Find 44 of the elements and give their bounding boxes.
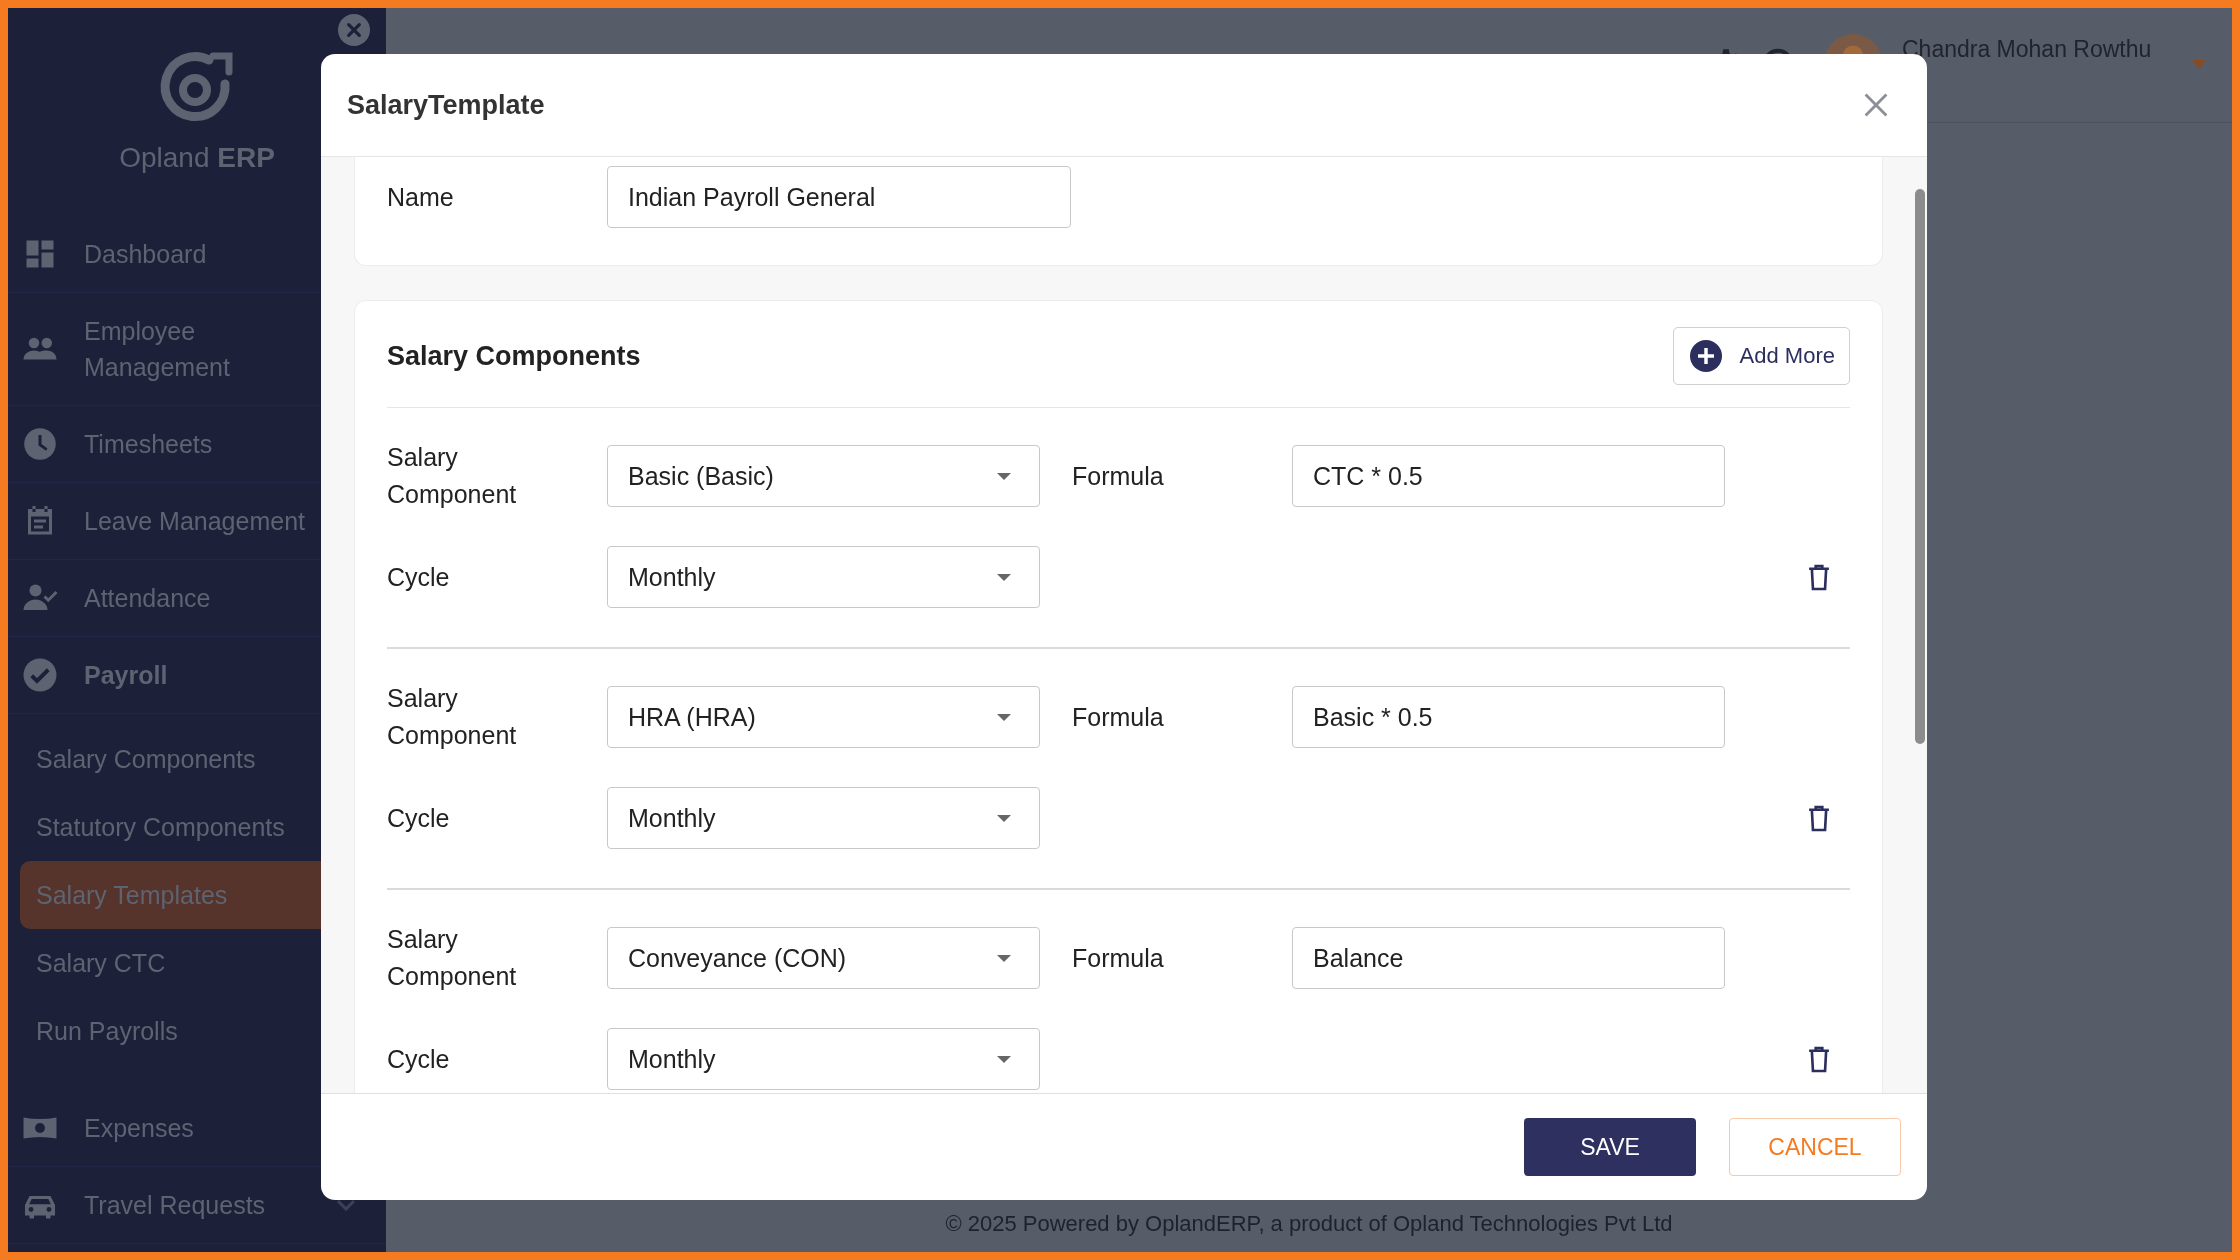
chevron-down-icon[interactable] [336, 1199, 356, 1211]
field-label: Formula [1072, 942, 1165, 974]
dialog-title: SalaryTemplate [347, 89, 545, 121]
plus-icon [1689, 340, 1722, 372]
cycle-select[interactable]: Monthly [607, 787, 1040, 849]
caret-icon [997, 1055, 1011, 1063]
field-label: Cycle [387, 1043, 451, 1075]
trash-icon[interactable] [1808, 804, 1830, 832]
close-icon[interactable] [1863, 92, 1889, 118]
brand-name: Opland ERP [119, 142, 275, 174]
save-button[interactable]: SAVE [1524, 1118, 1696, 1176]
caret-icon [997, 814, 1011, 822]
caret-icon [997, 573, 1011, 581]
cycle-select[interactable]: Monthly [607, 1028, 1040, 1090]
name-field[interactable]: Indian Payroll General [607, 166, 1071, 228]
caret-icon [997, 472, 1011, 480]
add-more-button[interactable]: Add More [1672, 327, 1850, 385]
field-label: Cycle [387, 561, 451, 593]
component-select[interactable]: HRA (HRA) [607, 686, 1040, 748]
formula-field[interactable]: CTC * 0.5 [1292, 445, 1725, 507]
clock-icon [22, 426, 58, 462]
field-label: Formula [1072, 701, 1165, 733]
check-circle-icon [22, 657, 58, 693]
field-label: Salary Component [387, 683, 518, 751]
formula-field[interactable]: Balance [1292, 927, 1725, 989]
caret-icon [997, 954, 1011, 962]
component-select[interactable]: Basic (Basic) [607, 445, 1040, 507]
scrollbar[interactable] [1915, 189, 1925, 744]
user-name: Chandra Mohan Rowthu [1902, 36, 2153, 63]
field-label: Formula [1072, 460, 1165, 492]
footer-text: © 2025 Powered by OplandERP, a product of Opland Technologies Pvt Ltd [945, 1211, 1673, 1237]
trash-icon[interactable] [1808, 1045, 1830, 1073]
close-icon[interactable] [338, 14, 370, 46]
field-label: Salary Component [387, 442, 518, 510]
formula-field[interactable]: Basic * 0.5 [1292, 686, 1725, 748]
trash-icon[interactable] [1808, 563, 1830, 591]
component-select[interactable]: Conveyance (CON) [607, 927, 1040, 989]
field-label: Salary Component [387, 924, 518, 992]
cancel-button[interactable]: CANCEL [1729, 1118, 1901, 1176]
field-label: Name [387, 181, 455, 213]
field-label: Cycle [387, 802, 451, 834]
cycle-select[interactable]: Monthly [607, 546, 1040, 608]
section-title: Salary Components [387, 340, 641, 372]
caret-icon [997, 713, 1011, 721]
